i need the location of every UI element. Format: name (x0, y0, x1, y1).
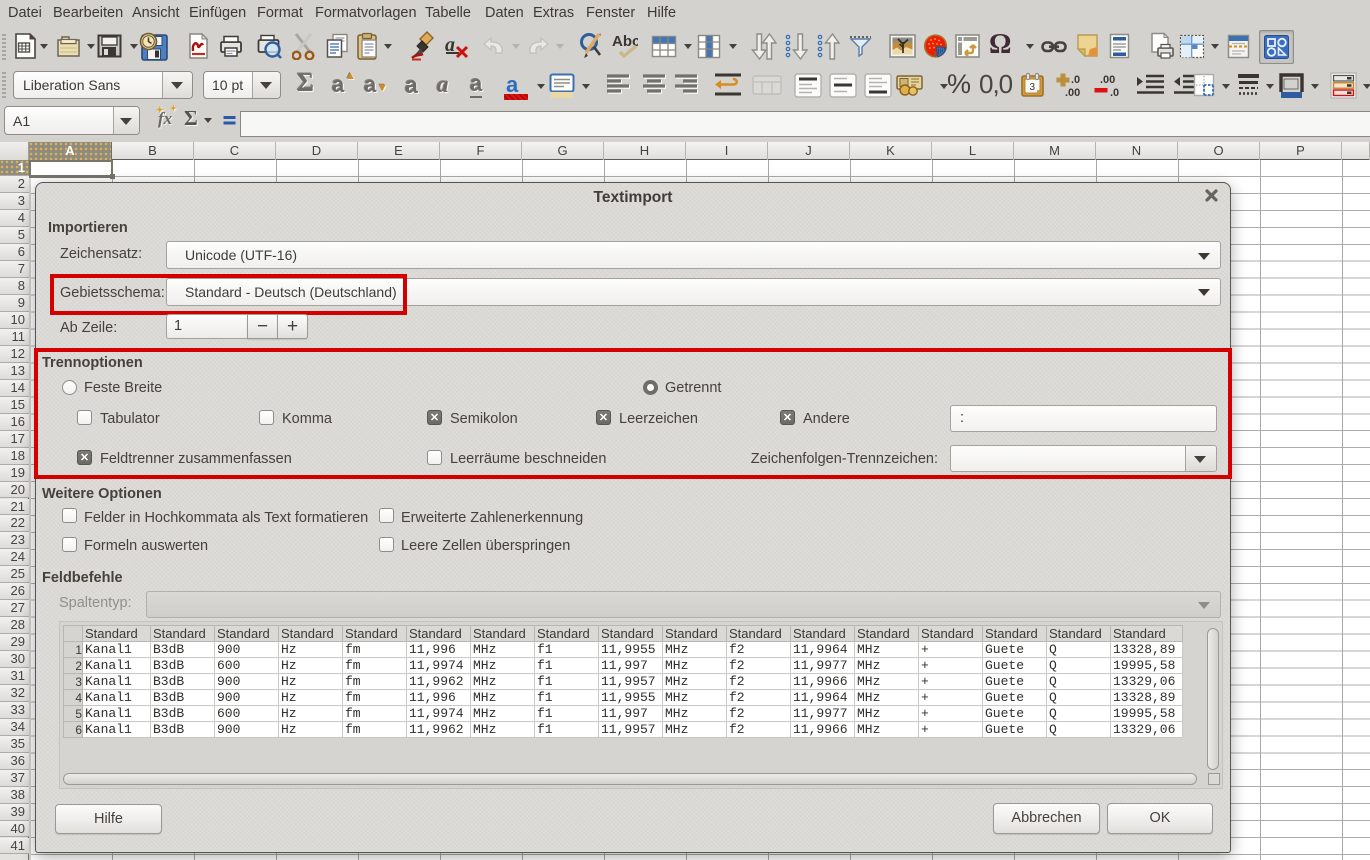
svg-text:3: 3 (1030, 82, 1036, 93)
svg-text:.00: .00 (1065, 87, 1080, 98)
svg-text:.00: .00 (1100, 74, 1115, 86)
svg-text:.0: .0 (1110, 87, 1119, 98)
svg-text:.0: .0 (1071, 74, 1080, 86)
